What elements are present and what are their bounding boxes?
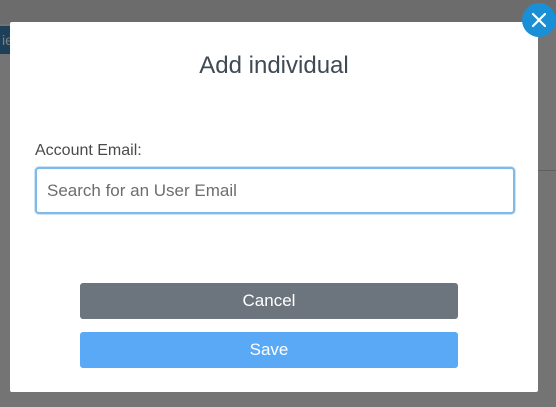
dialog-title: Add individual: [199, 52, 349, 79]
close-button[interactable]: [522, 3, 556, 37]
account-email-label: Account Email:: [35, 142, 142, 159]
add-individual-dialog: Add individual Account Email: Cancel Sav…: [10, 22, 538, 392]
account-email-input[interactable]: [35, 167, 515, 214]
save-button[interactable]: Save: [80, 332, 458, 368]
close-icon: [531, 12, 547, 28]
cancel-button[interactable]: Cancel: [80, 283, 458, 319]
